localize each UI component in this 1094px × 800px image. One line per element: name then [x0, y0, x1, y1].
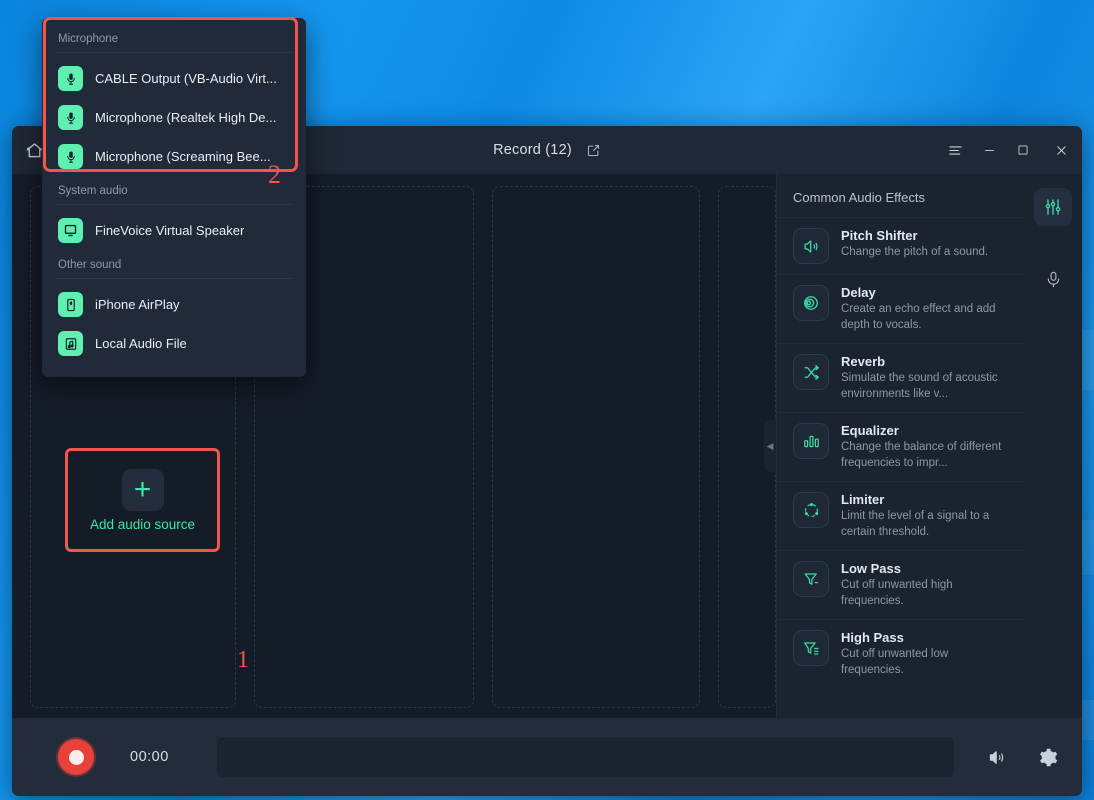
music-file-icon [58, 331, 83, 356]
maximize-icon[interactable] [1006, 126, 1040, 174]
volume-icon[interactable] [980, 747, 1014, 768]
track-slot[interactable] [491, 186, 701, 708]
effect-desc: Change the pitch of a sound. [841, 246, 989, 258]
menu-item-label: Microphone (Realtek High De... [95, 110, 277, 125]
gear-icon[interactable] [1030, 747, 1064, 768]
menu-item-label: Microphone (Screaming Bee... [95, 149, 271, 164]
effect-item[interactable]: High Pass Cut off unwanted low frequenci… [777, 619, 1024, 688]
effect-item[interactable]: Reverb Simulate the sound of acoustic en… [777, 343, 1024, 412]
effect-name: Pitch Shifter [841, 228, 918, 243]
circle-nodes-icon [793, 492, 829, 529]
sliders-icon[interactable] [1034, 188, 1072, 226]
plus-icon: + [121, 468, 164, 511]
effect-desc: Limit the level of a signal to a certain… [841, 510, 990, 538]
bar-chart-icon [793, 423, 829, 460]
filter-icon [793, 630, 829, 667]
microphone-icon [58, 66, 83, 91]
menu-item-label: CABLE Output (VB-Audio Virt... [95, 71, 277, 86]
effect-desc: Create an echo effect and add depth to v… [841, 303, 996, 331]
menu-item-microphone-screaming-bee[interactable]: Microphone (Screaming Bee... [42, 137, 306, 176]
menu-divider [56, 278, 292, 279]
menu-divider [56, 52, 292, 53]
effect-name: High Pass [841, 630, 904, 646]
bottom-toolbar: 00:00 [12, 718, 1082, 796]
menu-item-label: FineVoice Virtual Speaker [95, 223, 245, 238]
speaker-icon [793, 228, 829, 264]
shuffle-icon [793, 354, 829, 391]
right-rail [1024, 174, 1082, 718]
menu-item-local-audio-file[interactable]: Local Audio File [42, 324, 306, 363]
record-circle-icon [68, 749, 84, 765]
menu-item-microphone-realtek[interactable]: Microphone (Realtek High De... [42, 98, 306, 137]
filter-icon [793, 561, 829, 598]
effect-item[interactable]: Equalizer Change the balance of differen… [777, 412, 1024, 481]
recording-timer: 00:00 [130, 749, 169, 765]
effect-name: Equalizer [841, 423, 899, 439]
effect-desc: Cut off unwanted high frequencies. [841, 579, 953, 607]
effect-name: Delay [841, 285, 876, 300]
effect-name: Reverb [841, 354, 886, 370]
panel-collapse-handle[interactable]: ◀ [764, 420, 776, 472]
effect-name: Limiter [841, 492, 885, 508]
close-icon[interactable] [1040, 126, 1082, 174]
annotation-marker-1: 1 [237, 647, 249, 673]
menu-item-iphone-airplay[interactable]: iPhone AirPlay [42, 285, 306, 324]
common-audio-effects-panel: Common Audio Effects Pitch Shifter Chang… [776, 174, 1024, 718]
phone-icon [58, 292, 83, 317]
add-audio-source-button[interactable]: + Add audio source [65, 448, 220, 552]
add-audio-source-label: Add audio source [89, 516, 196, 532]
menu-section-title: System audio [58, 185, 128, 197]
edit-square-icon[interactable] [586, 143, 601, 158]
effect-desc: Change the balance of different frequenc… [841, 441, 1002, 469]
waveform-area[interactable] [216, 737, 954, 777]
menu-divider [56, 204, 292, 205]
menu-item-finevoice-virtual-speaker[interactable]: FineVoice Virtual Speaker [42, 211, 306, 250]
effect-item[interactable]: Limiter Limit the level of a signal to a… [777, 481, 1024, 550]
microphone-icon [58, 144, 83, 169]
menu-item-label: Local Audio File [95, 336, 187, 351]
monitor-icon [58, 218, 83, 243]
menu-section-title: Other sound [58, 259, 122, 271]
menu-item-microphone-cable-output[interactable]: CABLE Output (VB-Audio Virt... [42, 59, 306, 98]
effect-item[interactable]: Pitch Shifter Change the pitch of a soun… [777, 217, 1024, 274]
effect-item[interactable]: Delay Create an echo effect and add dept… [777, 274, 1024, 343]
audio-source-dropdown: Microphone CABLE Output (VB-Audio Virt..… [42, 18, 306, 377]
effect-desc: Cut off unwanted low frequencies. [841, 648, 949, 676]
effects-panel-title: Common Audio Effects [793, 190, 925, 205]
minimize-icon[interactable] [972, 126, 1006, 174]
menu-section-title: Microphone [58, 33, 119, 45]
microphone-icon [58, 105, 83, 130]
record-button[interactable] [58, 739, 94, 775]
effect-desc: Simulate the sound of acoustic environme… [841, 372, 998, 400]
microphone-icon[interactable] [1034, 260, 1072, 298]
effect-name: Low Pass [841, 561, 901, 577]
menu-item-label: iPhone AirPlay [95, 297, 180, 312]
effect-item[interactable]: Low Pass Cut off unwanted high frequenci… [777, 550, 1024, 619]
echo-rings-icon [793, 285, 829, 321]
annotation-marker-2: 2 [268, 160, 281, 189]
page-title: Record (12) [493, 142, 572, 158]
window-controls [938, 126, 1082, 174]
hamburger-menu-icon[interactable] [938, 126, 972, 174]
